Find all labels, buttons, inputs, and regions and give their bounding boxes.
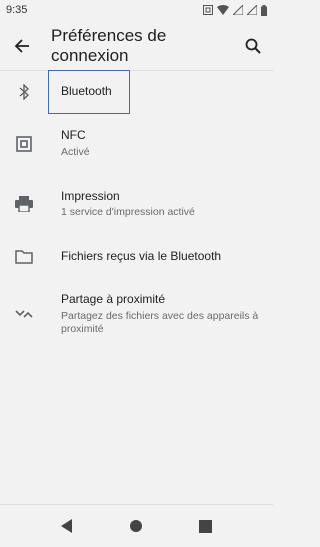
- back-triangle-icon: [61, 519, 72, 533]
- nearby-share-icon: [14, 304, 34, 324]
- nav-home-button[interactable]: [128, 518, 144, 534]
- back-button[interactable]: [10, 34, 34, 58]
- status-icons: [203, 4, 267, 16]
- list-item-subtitle: Partagez des fichiers avec des appareils…: [61, 310, 259, 335]
- list-item-received-files[interactable]: Fichiers reçus via le Bluetooth: [0, 236, 273, 280]
- search-icon: [245, 38, 261, 54]
- folder-icon: [14, 247, 34, 267]
- list-item-subtitle: Activé: [61, 146, 90, 158]
- wifi-icon: [217, 5, 229, 15]
- app-bar: Préférences de connexion: [0, 20, 273, 70]
- status-bar: 9:35: [0, 0, 273, 20]
- nav-recents-button[interactable]: [197, 518, 213, 534]
- list-item-nearby-share[interactable]: Partage à proximité Partagez des fichier…: [0, 284, 273, 344]
- signal-icon-2: [247, 5, 257, 15]
- list-item-title: Bluetooth: [61, 84, 112, 98]
- navigation-bar: [0, 504, 273, 547]
- battery-icon: [261, 4, 267, 16]
- back-arrow-icon: [14, 39, 29, 53]
- bluetooth-icon: [14, 82, 34, 102]
- home-circle-icon: [130, 520, 142, 532]
- list-item-printing[interactable]: Impression 1 service d'impression activé: [0, 176, 273, 236]
- status-time: 9:35: [6, 4, 28, 16]
- list-item-subtitle: 1 service d'impression activé: [61, 206, 195, 218]
- nav-back-button[interactable]: [59, 518, 75, 534]
- list-item-title: Partage à proximité: [61, 292, 166, 306]
- list-item-title: NFC: [61, 128, 86, 142]
- recents-square-icon: [198, 519, 212, 533]
- nfc-status-icon: [203, 5, 213, 15]
- list-item-title: Fichiers reçus via le Bluetooth: [61, 249, 222, 263]
- printer-icon: [14, 194, 34, 214]
- page-title: Préférences de connexion: [51, 26, 167, 65]
- nfc-icon: [14, 134, 34, 154]
- signal-icon: [233, 5, 243, 15]
- list-item-bluetooth[interactable]: Bluetooth: [0, 70, 273, 114]
- list-item-title: Impression: [61, 189, 120, 203]
- list-item-nfc[interactable]: NFC Activé: [0, 114, 273, 174]
- search-button[interactable]: [241, 34, 265, 58]
